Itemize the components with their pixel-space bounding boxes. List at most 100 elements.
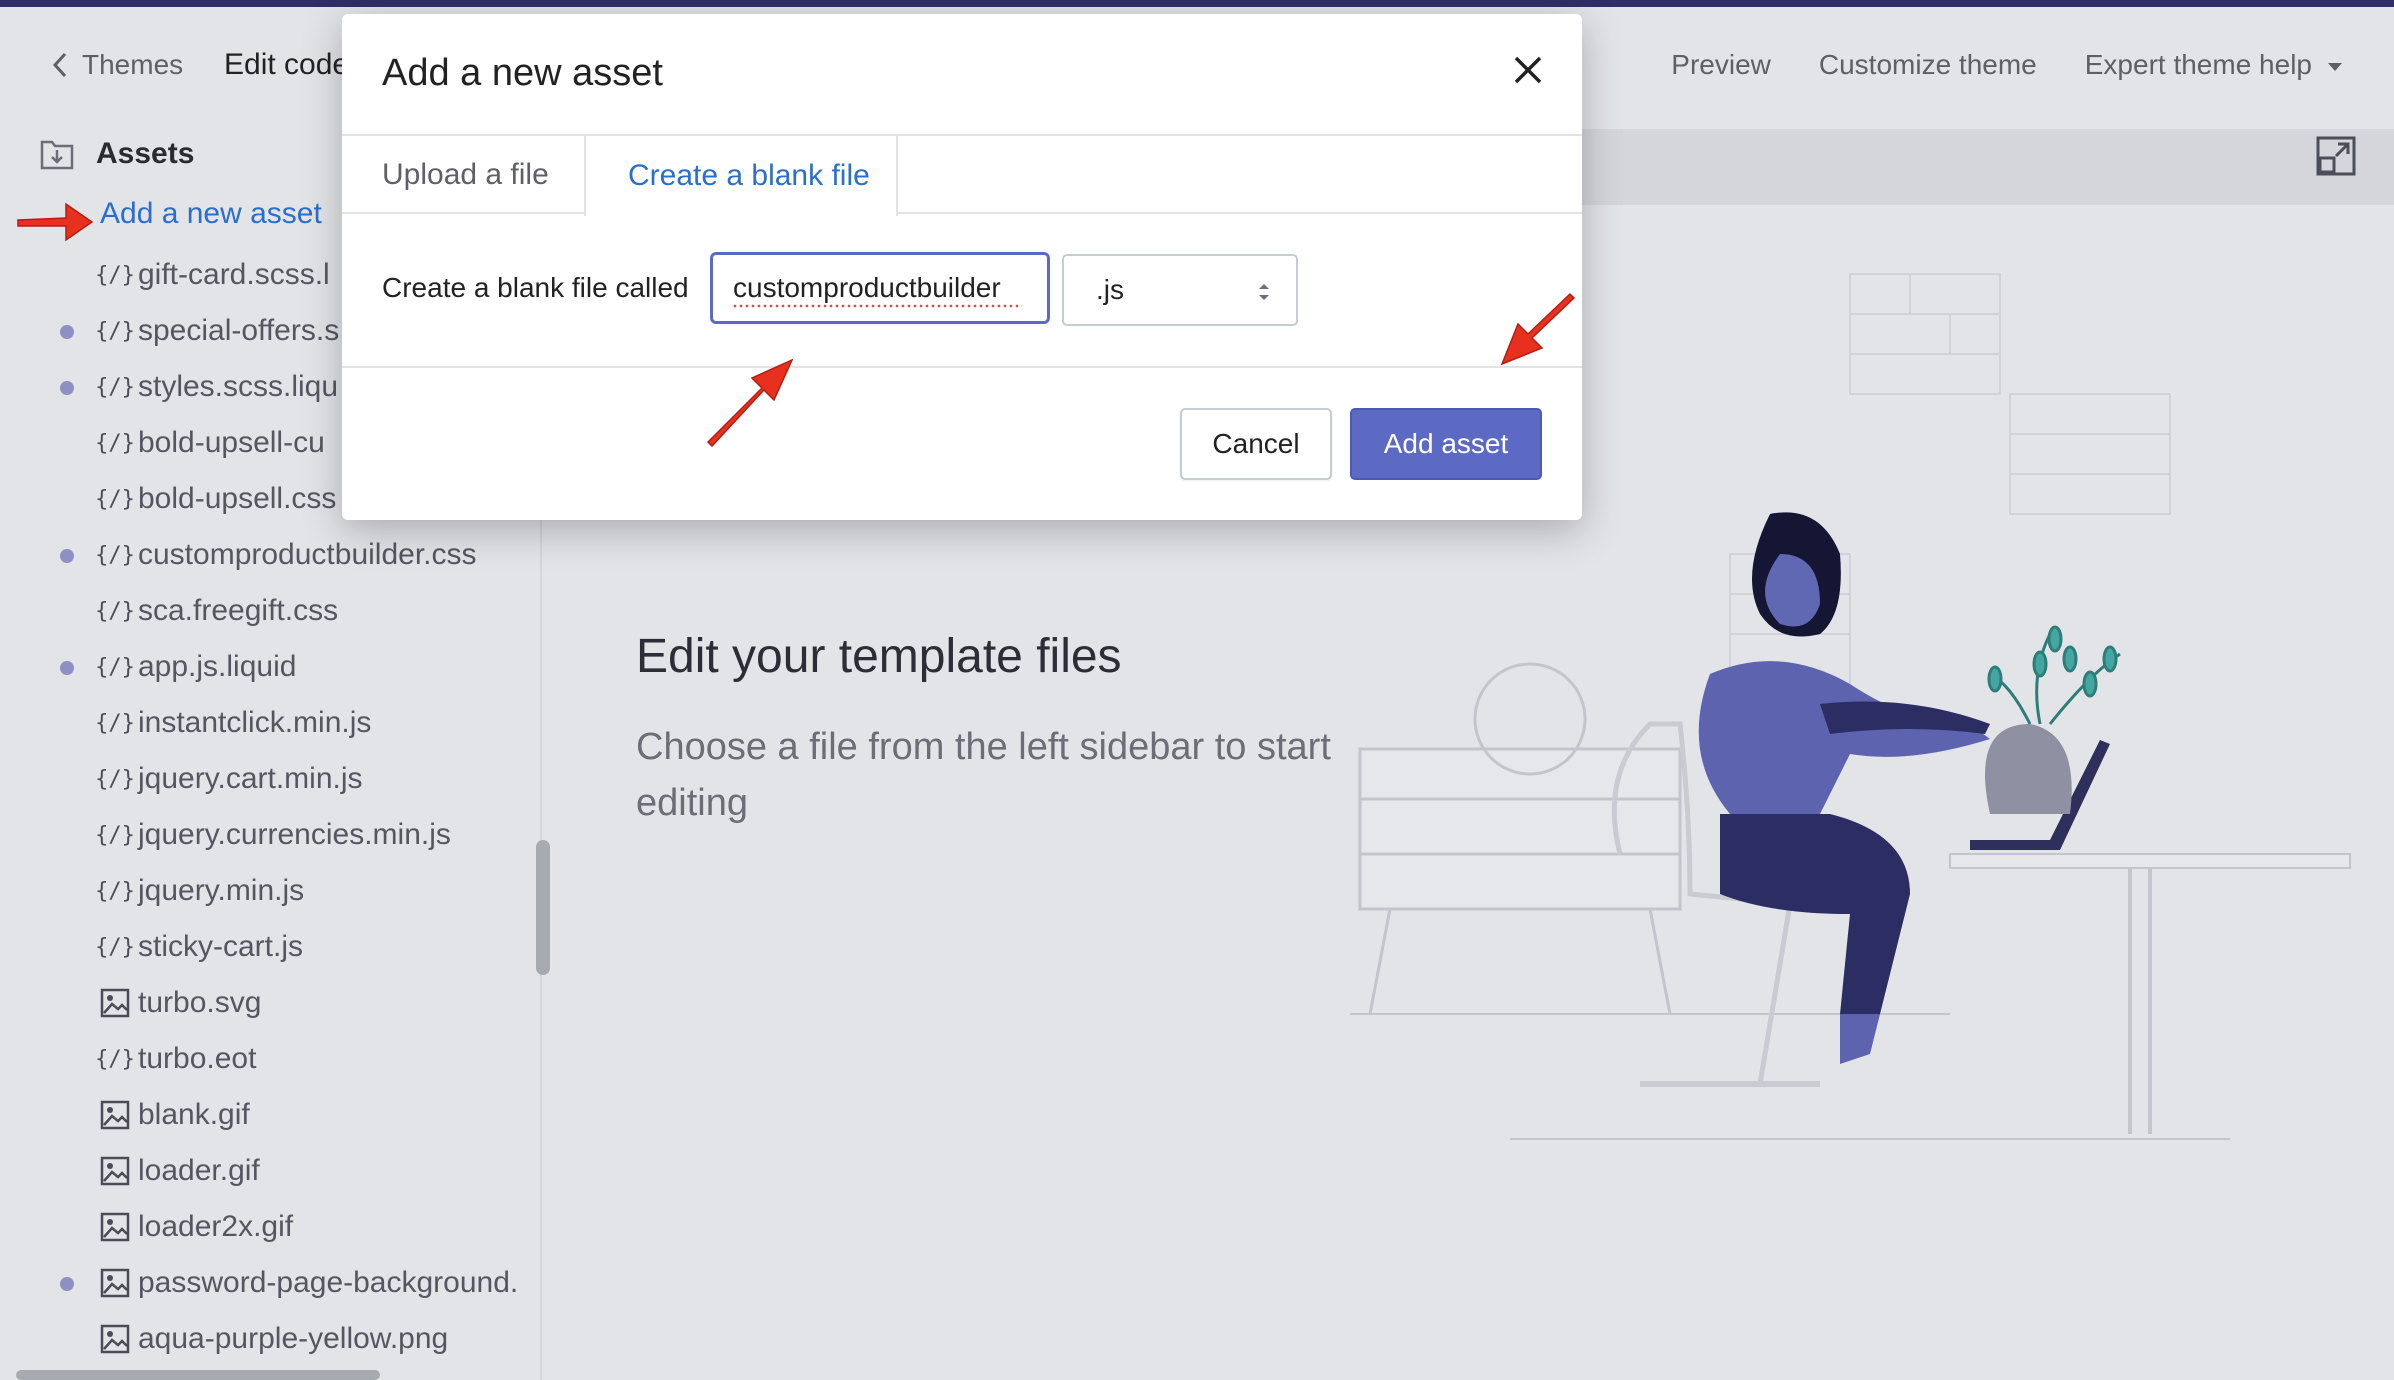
chevron-left-icon (52, 52, 67, 78)
asset-file-name: app.js.liquid (138, 650, 297, 683)
annotation-arrow-button (1500, 292, 1576, 366)
code-file-icon: {/} (95, 822, 135, 848)
modified-dot (60, 661, 74, 675)
asset-file-item[interactable]: turbo.svg (12, 975, 540, 1031)
asset-file-name: gift-card.scss.l (138, 258, 330, 291)
expert-help-dropdown[interactable]: Expert theme help (2085, 49, 2342, 81)
code-file-icon: {/} (95, 766, 135, 792)
asset-file-name: turbo.eot (138, 1042, 257, 1075)
extension-select-value: .js (1096, 274, 1124, 305)
code-file-icon: {/} (95, 710, 135, 736)
asset-file-item[interactable]: {/} jquery.cart.min.js (12, 751, 540, 807)
horizontal-scrollbar[interactable] (16, 1370, 380, 1380)
window-top-border (0, 0, 2394, 7)
asset-file-item[interactable]: {/} instantclick.min.js (12, 695, 540, 751)
spellcheck-underline (732, 304, 1022, 308)
asset-file-item[interactable]: loader.gif (12, 1143, 540, 1199)
asset-file-name: bold-upsell.css (138, 482, 337, 515)
modified-dot (60, 381, 74, 395)
asset-file-name: blank.gif (138, 1098, 250, 1131)
empty-state-description: Choose a file from the left sidebar to s… (636, 726, 1331, 824)
cancel-button[interactable]: Cancel (1180, 408, 1332, 480)
asset-file-name: styles.scss.liqu (138, 370, 339, 403)
assets-section-header[interactable]: Assets (40, 137, 194, 171)
tabs-divider (342, 212, 1582, 214)
asset-file-name: password-page-background. (138, 1266, 519, 1299)
add-new-asset-link[interactable]: Add a new asset (100, 197, 322, 231)
asset-file-name: jquery.cart.min.js (138, 762, 363, 795)
back-link-label: Themes (82, 49, 184, 80)
code-file-icon: {/} (95, 1046, 135, 1072)
filename-input[interactable] (710, 252, 1050, 324)
annotation-arrow-input (706, 358, 794, 448)
expand-icon[interactable] (2316, 136, 2356, 176)
back-to-themes-link[interactable]: Themes (52, 37, 183, 93)
asset-file-name: instantclick.min.js (138, 706, 372, 739)
page-title: Edit code (224, 48, 350, 81)
add-asset-button[interactable]: Add asset (1350, 408, 1542, 480)
asset-file-item[interactable]: {/} app.js.liquid (12, 639, 540, 695)
image-file-icon (98, 1266, 132, 1300)
close-icon[interactable] (1504, 46, 1552, 94)
empty-state-title: Edit your template files (636, 630, 1122, 683)
caret-down-icon (2328, 62, 2342, 71)
asset-file-item[interactable]: password-page-background. (12, 1255, 540, 1311)
code-file-icon: {/} (95, 430, 135, 456)
asset-file-item[interactable]: {/} sca.freegift.css (12, 583, 540, 639)
image-file-icon (98, 986, 132, 1020)
asset-file-item[interactable]: {/} turbo.eot (12, 1031, 540, 1087)
asset-file-item[interactable]: blank.gif (12, 1087, 540, 1143)
asset-file-name: sca.freegift.css (138, 594, 339, 627)
tab-upload-file[interactable]: Upload a file (382, 136, 549, 214)
modified-dot (60, 549, 74, 563)
code-file-icon: {/} (95, 598, 135, 624)
code-file-icon: {/} (95, 878, 135, 904)
code-file-icon: {/} (95, 318, 135, 344)
code-file-icon: {/} (95, 654, 135, 680)
sidebar-scrollbar[interactable] (536, 840, 550, 975)
modal-tabs: Upload a file Create a blank file (342, 136, 1582, 216)
add-asset-modal: Add a new asset Upload a file Create a b… (342, 14, 1582, 520)
asset-file-name: jquery.min.js (138, 874, 305, 907)
customize-theme-link[interactable]: Customize theme (1819, 49, 2037, 81)
modal-title: Add a new asset (382, 52, 663, 94)
image-file-icon (98, 1322, 132, 1356)
code-file-icon: {/} (95, 486, 135, 512)
asset-file-item[interactable]: {/} jquery.currencies.min.js (12, 807, 540, 863)
assets-section-title: Assets (96, 137, 195, 170)
code-file-icon: {/} (95, 542, 135, 568)
preview-link[interactable]: Preview (1671, 49, 1771, 81)
modal-footer-divider (342, 366, 1582, 368)
asset-file-name: bold-upsell-cu (138, 426, 325, 459)
top-actions: Preview Customize theme Expert theme hel… (1671, 37, 2342, 93)
asset-file-item[interactable]: {/} customproductbuilder.css (12, 527, 540, 583)
asset-file-name: loader2x.gif (138, 1210, 294, 1243)
image-file-icon (98, 1210, 132, 1244)
folder-download-icon (40, 140, 74, 170)
code-file-icon: {/} (95, 934, 135, 960)
select-arrows-icon (1259, 284, 1269, 300)
annotation-arrow-sidebar (17, 202, 94, 242)
modified-dot (60, 325, 74, 339)
active-tab-gap (586, 212, 896, 214)
asset-file-name: special-offers.s (138, 314, 340, 347)
asset-file-item[interactable]: {/} sticky-cart.js (12, 919, 540, 975)
asset-file-name: sticky-cart.js (138, 930, 303, 963)
asset-file-item[interactable]: aqua-purple-yellow.png (12, 1311, 540, 1367)
expert-help-label: Expert theme help (2084, 49, 2312, 80)
image-file-icon (98, 1154, 132, 1188)
image-file-icon (98, 1098, 132, 1132)
tab-create-blank-file[interactable]: Create a blank file (584, 136, 898, 216)
asset-file-name: jquery.currencies.min.js (138, 818, 451, 851)
asset-file-name: aqua-purple-yellow.png (138, 1322, 449, 1355)
asset-file-item[interactable]: {/} jquery.min.js (12, 863, 540, 919)
extension-select[interactable]: .js (1062, 254, 1298, 326)
filename-label: Create a blank file called (382, 272, 689, 303)
modified-dot (60, 1277, 74, 1291)
asset-file-item[interactable]: loader2x.gif (12, 1199, 540, 1255)
asset-file-name: loader.gif (138, 1154, 260, 1187)
code-file-icon: {/} (95, 374, 135, 400)
asset-file-name: turbo.svg (138, 986, 262, 1019)
code-file-icon: {/} (95, 262, 135, 288)
asset-file-name: customproductbuilder.css (138, 538, 477, 571)
